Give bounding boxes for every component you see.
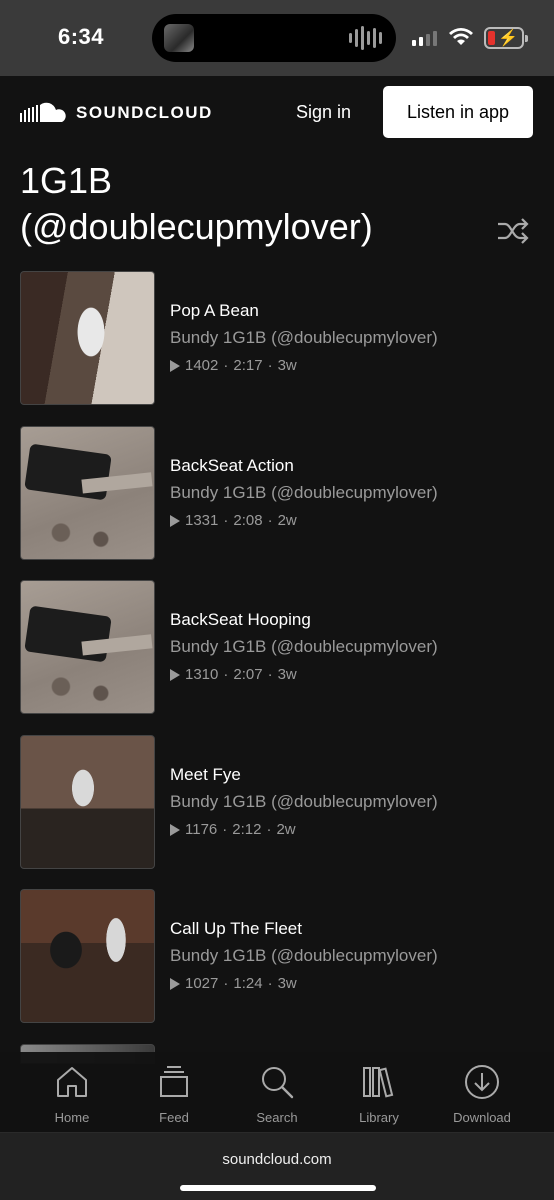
track-meta: 1176 · 2:12 · 2w <box>170 821 296 838</box>
meta-separator: · <box>267 357 273 374</box>
track-duration: 2:17 <box>233 357 263 374</box>
play-count-icon <box>170 977 180 990</box>
playlist-title: 1G1B (@doublecupmylover) <box>20 158 490 250</box>
meta-separator: · <box>223 975 229 992</box>
soundcloud-logo[interactable]: SOUNDCLOUD <box>20 102 213 124</box>
bottom-nav: Home Feed Search Library Download <box>0 1052 554 1132</box>
play-count-icon <box>170 668 180 681</box>
audio-waveform-icon <box>349 26 382 50</box>
search-icon <box>262 1067 294 1099</box>
play-count: 1310 <box>185 666 219 683</box>
track-artist[interactable]: Bundy 1G1B (@doublecupmylover) <box>170 328 438 348</box>
track-age: 3w <box>277 666 297 683</box>
track-duration: 2:07 <box>233 666 263 683</box>
sign-in-button[interactable]: Sign in <box>296 102 351 123</box>
track-age: 2w <box>277 512 297 529</box>
clipped-title-line <box>22 126 442 150</box>
nav-library-label: Library <box>359 1110 399 1125</box>
nav-download[interactable]: Download <box>432 1062 532 1132</box>
track-title[interactable]: Pop A Bean <box>170 301 259 321</box>
meta-separator: · <box>267 512 273 529</box>
meta-separator: · <box>267 666 273 683</box>
home-indicator[interactable] <box>180 1185 376 1191</box>
status-bar: 6:34 ⚡ <box>0 0 554 76</box>
nav-search[interactable]: Search <box>227 1062 327 1132</box>
track-item[interactable]: BackSeat Hooping Bundy 1G1B (@doublecupm… <box>20 580 534 714</box>
track-artwork[interactable] <box>20 426 155 560</box>
meta-separator: · <box>267 975 273 992</box>
playlist-title-line-1: 1G1B <box>20 160 113 201</box>
playlist-title-line-2: (@doublecupmylover) <box>20 206 373 247</box>
track-meta: 1027 · 1:24 · 3w <box>170 975 297 992</box>
soundcloud-cloud-icon <box>20 102 66 122</box>
track-title[interactable]: Meet Fye <box>170 765 241 785</box>
track-meta: 1310 · 2:07 · 3w <box>170 666 297 683</box>
track-item[interactable]: Meet Fye Bundy 1G1B (@doublecupmylover) … <box>20 735 534 869</box>
meta-separator: · <box>223 512 229 529</box>
play-count-icon <box>170 359 180 372</box>
track-artist[interactable]: Bundy 1G1B (@doublecupmylover) <box>170 792 438 812</box>
cellular-signal-icon <box>412 30 437 46</box>
meta-separator: · <box>223 357 229 374</box>
play-count-icon <box>170 823 180 836</box>
battery-icon: ⚡ <box>484 27 528 49</box>
track-artist[interactable]: Bundy 1G1B (@doublecupmylover) <box>170 637 438 657</box>
track-title[interactable]: Call Up The Fleet <box>170 919 302 939</box>
track-meta: 1402 · 2:17 · 3w <box>170 357 297 374</box>
track-meta: 1331 · 2:08 · 2w <box>170 512 297 529</box>
meta-separator: · <box>266 821 272 838</box>
wifi-icon <box>449 28 473 45</box>
dynamic-island[interactable] <box>152 14 396 62</box>
track-title[interactable]: BackSeat Action <box>170 456 294 476</box>
home-icon <box>57 1067 87 1097</box>
track-title[interactable]: BackSeat Hooping <box>170 610 311 630</box>
track-item[interactable]: Pop A Bean Bundy 1G1B (@doublecupmylover… <box>20 271 534 405</box>
track-artwork[interactable] <box>20 889 155 1023</box>
logo-text: SOUNDCLOUD <box>76 103 213 122</box>
track-artwork[interactable] <box>20 580 155 714</box>
track-artwork[interactable] <box>20 735 155 869</box>
track-item[interactable]: BackSeat Action Bundy 1G1B (@doublecupmy… <box>20 426 534 560</box>
track-artist[interactable]: Bundy 1G1B (@doublecupmylover) <box>170 946 438 966</box>
address-url[interactable]: soundcloud.com <box>0 1151 554 1168</box>
nav-home[interactable]: Home <box>22 1062 122 1132</box>
nav-feed-label: Feed <box>159 1110 189 1125</box>
play-count: 1027 <box>185 975 219 992</box>
status-time: 6:34 <box>58 24 105 49</box>
track-artist[interactable]: Bundy 1G1B (@doublecupmylover) <box>170 483 438 503</box>
library-icon <box>363 1067 394 1098</box>
play-count-icon <box>170 514 180 527</box>
track-duration: 1:24 <box>233 975 263 992</box>
track-item[interactable]: Call Up The Fleet Bundy 1G1B (@doublecup… <box>20 889 534 1023</box>
track-artwork[interactable] <box>20 271 155 405</box>
meta-separator: · <box>222 821 228 838</box>
feed-icon <box>160 1066 188 1097</box>
now-playing-thumbnail <box>164 24 194 52</box>
track-duration: 2:12 <box>232 821 262 838</box>
nav-home-label: Home <box>54 1110 90 1125</box>
browser-address-bar[interactable]: soundcloud.com <box>0 1132 554 1200</box>
play-count: 1331 <box>185 512 219 529</box>
shuffle-icon[interactable] <box>496 216 530 246</box>
download-icon <box>465 1065 499 1099</box>
nav-download-label: Download <box>453 1110 511 1125</box>
track-duration: 2:08 <box>233 512 263 529</box>
meta-separator: · <box>223 666 229 683</box>
nav-feed[interactable]: Feed <box>124 1062 224 1132</box>
play-count: 1402 <box>185 357 219 374</box>
track-age: 3w <box>277 975 297 992</box>
nav-library[interactable]: Library <box>329 1062 429 1132</box>
track-age: 3w <box>277 357 297 374</box>
track-age: 2w <box>276 821 296 838</box>
nav-search-label: Search <box>256 1110 298 1125</box>
play-count: 1176 <box>185 821 218 838</box>
